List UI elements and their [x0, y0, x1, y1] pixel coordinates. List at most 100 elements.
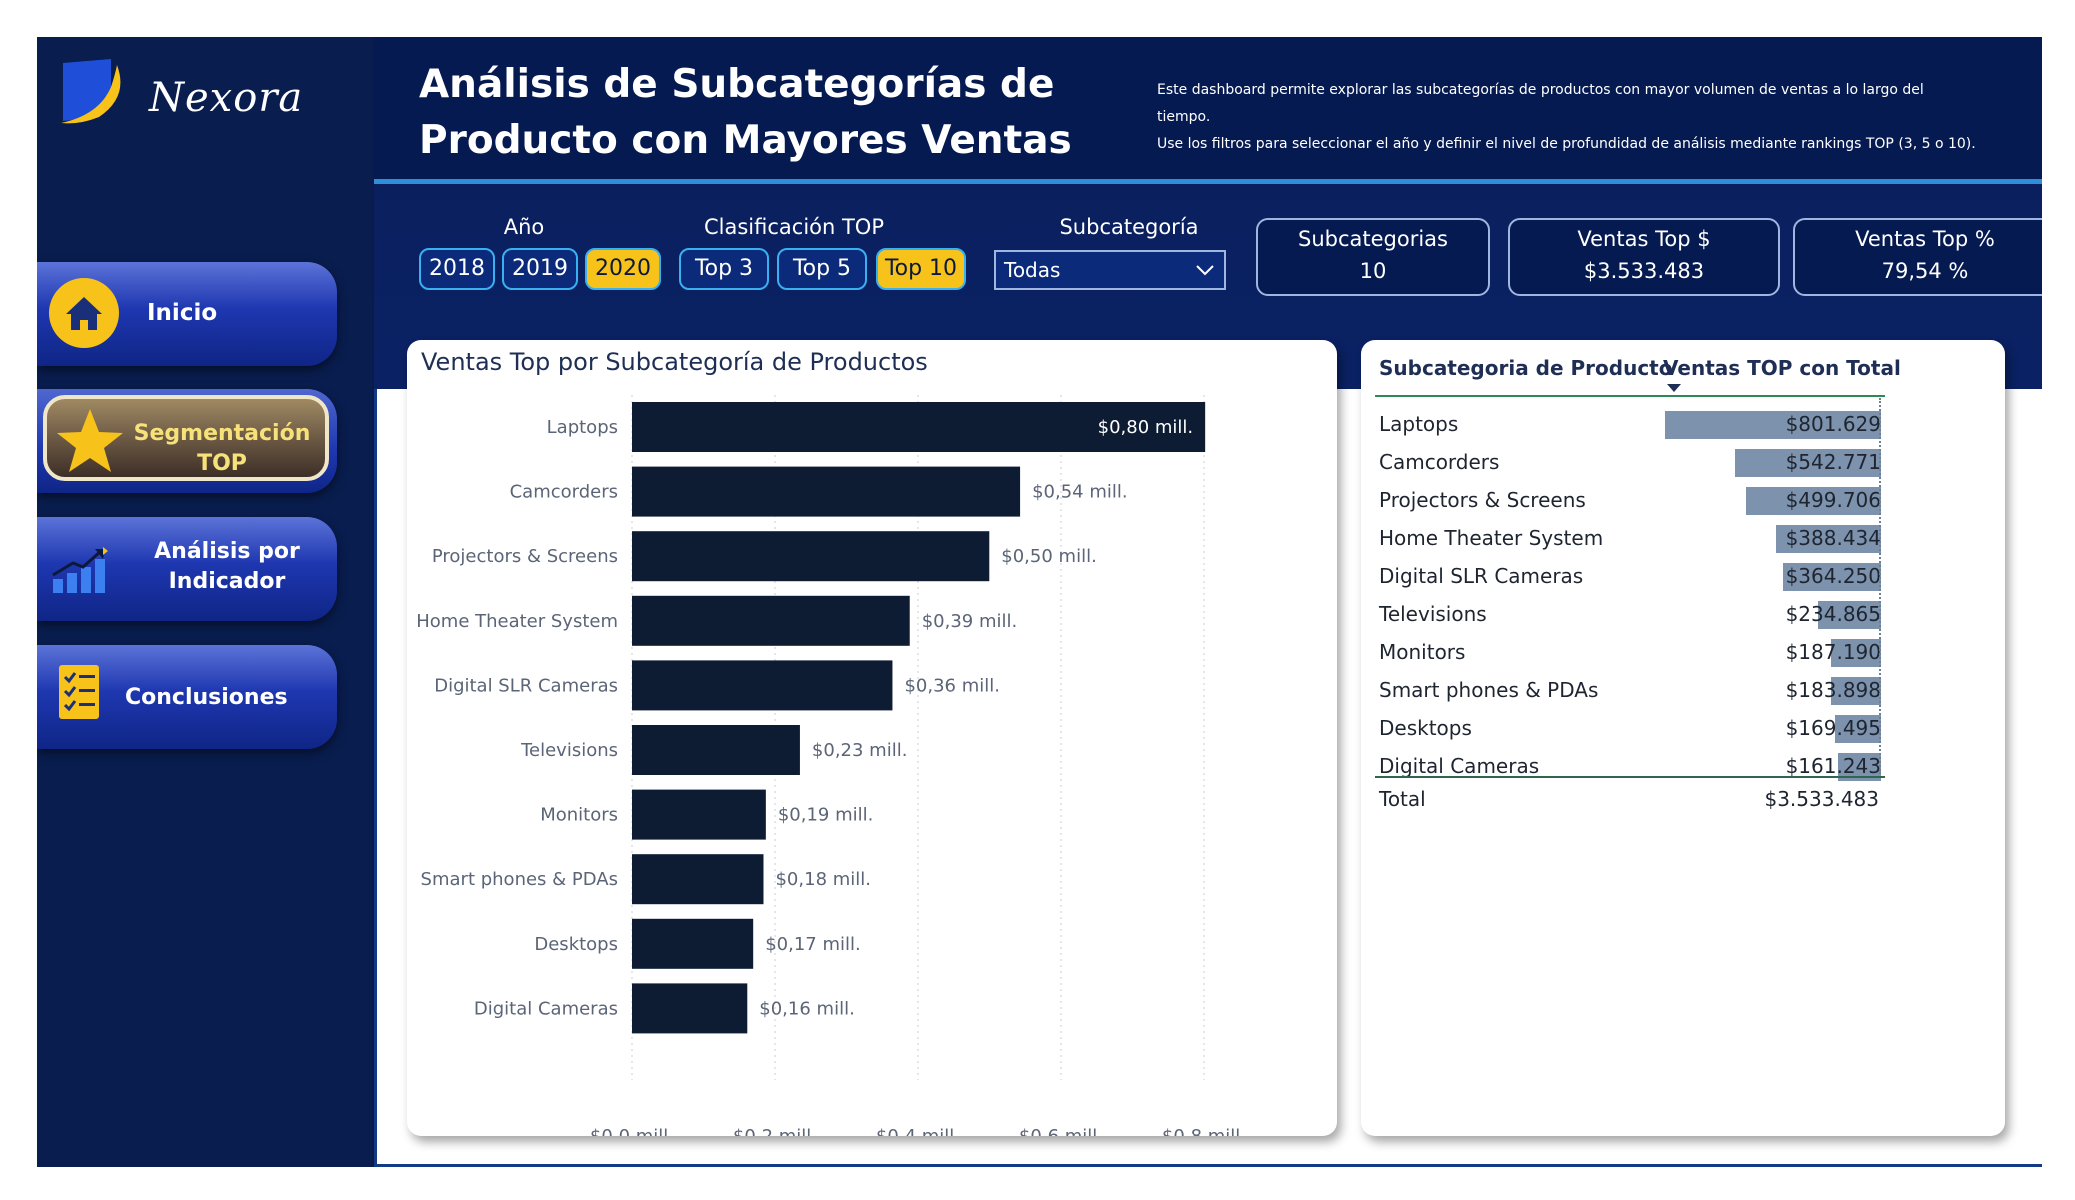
table-cell-subcategoria: Home Theater System [1379, 526, 1604, 550]
table-cell-ventas: $388.434 [1785, 526, 1881, 550]
page-header: Análisis de Subcategorías de Producto co… [374, 37, 2042, 184]
sort-descending-icon [1667, 384, 1681, 392]
table-row[interactable]: Digital SLR Cameras $364.250 [1379, 560, 1889, 598]
description-line-1: Este dashboard permite explorar las subc… [1157, 82, 1924, 125]
nav-inicio-label: Inicio [147, 300, 218, 326]
page-title: Análisis de Subcategorías de Producto co… [419, 62, 1072, 163]
table-scrollbar[interactable] [1878, 398, 1881, 774]
year-chip-2019[interactable]: 2019 [502, 248, 578, 290]
description-line-2: Use los filtros para seleccionar el año … [1157, 136, 1976, 152]
top-chip-5[interactable]: Top 5 [777, 248, 867, 290]
table-row[interactable]: Desktops $169.495 [1379, 712, 1889, 750]
table-row[interactable]: Monitors $187.190 [1379, 636, 1889, 674]
table-cell-ventas: $499.706 [1785, 488, 1881, 512]
table-cell-ventas: $169.495 [1785, 716, 1881, 740]
y-category-label: Home Theater System [416, 611, 618, 632]
bar-data-label: $0,23 mill. [812, 740, 908, 761]
y-category-label: Digital Cameras [474, 998, 618, 1019]
table-cell-ventas: $801.629 [1785, 412, 1881, 436]
chart-bar[interactable] [632, 595, 910, 646]
table-cell-subcategoria: Camcorders [1379, 450, 1500, 474]
nav-segmentacion-active-frame: Segmentación TOP [43, 395, 329, 481]
chart-bar[interactable] [632, 983, 748, 1034]
sidebar: Nexora Inicio Segmentación TOP Análisis … [37, 37, 372, 1167]
chart-bar[interactable] [632, 531, 990, 582]
table-header-subcategoria[interactable]: Subcategoria de Producto [1379, 356, 1673, 380]
table-total-value: $3.533.483 [1764, 787, 1879, 811]
table-cell-subcategoria: Televisions [1379, 602, 1487, 626]
x-tick-label: $0,8 mill. [1162, 1126, 1246, 1136]
bar-data-label: $0,39 mill. [922, 611, 1018, 632]
chevron-down-icon [1196, 265, 1214, 276]
table-row[interactable]: Televisions $234.865 [1379, 598, 1889, 636]
y-category-label: Televisions [520, 740, 618, 761]
table-row[interactable]: Laptops $801.629 [1379, 408, 1889, 446]
top-slicer-title: Clasificación TOP [703, 215, 885, 239]
brand-name: Nexora [149, 75, 304, 121]
y-category-label: Desktops [534, 934, 618, 955]
table-row[interactable]: Camcorders $542.771 [1379, 446, 1889, 484]
bar-chart-card: $0,0 mill. $0,2 mill. $0,4 mill. $0,6 mill.… [407, 340, 1337, 1136]
kpi-subcategorias: Subcategorias 10 [1256, 218, 1490, 296]
chart-bar[interactable] [632, 725, 800, 775]
y-category-label: Monitors [540, 805, 618, 826]
table-cell-subcategoria: Laptops [1379, 412, 1459, 436]
home-icon [49, 278, 119, 348]
top-chip-3[interactable]: Top 3 [679, 248, 769, 290]
nav-analisis-line1: Análisis por [154, 539, 300, 564]
nav-conclusiones-button[interactable]: Conclusiones [37, 645, 337, 749]
bar-data-label: $0,54 mill. [1032, 482, 1128, 503]
chart-bar[interactable] [632, 789, 766, 840]
subcategory-dropdown[interactable]: Todas [994, 250, 1226, 290]
kpi-subcategorias-value: 10 [1359, 259, 1387, 283]
table-cell-ventas: $364.250 [1785, 564, 1881, 588]
y-category-label: Laptops [547, 417, 618, 438]
table-row[interactable]: Projectors & Screens $499.706 [1379, 484, 1889, 522]
nav-segmentacion-label: Segmentación TOP [117, 419, 327, 479]
table-cell-subcategoria: Digital SLR Cameras [1379, 564, 1584, 588]
table-cell-ventas: $161.243 [1785, 754, 1881, 778]
chart-bar[interactable] [632, 854, 764, 905]
table-cell-subcategoria: Digital Cameras [1379, 754, 1540, 778]
nav-segmentacion-line1: Segmentación [133, 421, 311, 446]
y-category-label: Projectors & Screens [432, 546, 618, 567]
y-category-label: Digital SLR Cameras [434, 675, 618, 696]
table-cell-ventas: $542.771 [1785, 450, 1881, 474]
kpi-ventas-top-percent-value: 79,54 % [1881, 259, 1969, 283]
bar-data-label: $0,50 mill. [1001, 546, 1097, 567]
table-row[interactable]: Home Theater System $388.434 [1379, 522, 1889, 560]
chart-title: Ventas Top por Subcategoría de Productos [421, 348, 928, 376]
bar-data-label: $0,36 mill. [904, 675, 1000, 696]
table-header-divider [1375, 395, 1885, 397]
bar-data-label: $0,19 mill. [778, 805, 874, 826]
nav-analisis-label: Análisis por Indicador [117, 537, 337, 597]
chart-bar[interactable] [632, 660, 893, 711]
kpi-ventas-top-dollar-value: $3.533.483 [1583, 259, 1705, 283]
nexora-logo-icon [61, 59, 121, 124]
table-row[interactable]: Digital Cameras $161.243 [1379, 750, 1889, 788]
chart-bar[interactable] [632, 918, 754, 969]
chart-bar[interactable] [632, 466, 1021, 517]
nav-inicio-button[interactable]: Inicio [37, 262, 337, 366]
y-category-label: Camcorders [510, 482, 618, 503]
nav-analisis-line2: Indicador [168, 569, 286, 594]
top-chip-10[interactable]: Top 10 [876, 248, 966, 290]
table-row[interactable]: Smart phones & PDAs $183.898 [1379, 674, 1889, 712]
x-tick-label: $0,2 mill. [733, 1126, 817, 1136]
page-description: Este dashboard permite explorar las subc… [1157, 77, 1977, 158]
table-header-ventas-top[interactable]: Ventas TOP con Total [1663, 356, 1901, 380]
table-cell-subcategoria: Monitors [1379, 640, 1466, 664]
nav-conclusiones-label: Conclusiones [125, 685, 288, 710]
year-chip-2020[interactable]: 2020 [585, 248, 661, 290]
nav-analisis-indicador-button[interactable]: Análisis por Indicador [37, 517, 337, 621]
x-tick-label: $0,6 mill. [1019, 1126, 1103, 1136]
bar-data-label: $0,17 mill. [765, 934, 861, 955]
year-chip-2018[interactable]: 2018 [419, 248, 495, 290]
subcategory-slicer-title: Subcategoría [1059, 215, 1199, 239]
kpi-ventas-top-percent: Ventas Top % 79,54 % [1793, 218, 2042, 296]
report-canvas: Nexora Inicio Segmentación TOP Análisis … [0, 0, 2075, 1200]
report-frame: Nexora Inicio Segmentación TOP Análisis … [37, 37, 2042, 1167]
y-category-label: Smart phones & PDAs [421, 869, 618, 890]
bar-chart: $0,0 mill. $0,2 mill. $0,4 mill. $0,6 mill.… [416, 395, 1246, 1136]
nav-segmentacion-top-button[interactable]: Segmentación TOP [37, 389, 337, 493]
